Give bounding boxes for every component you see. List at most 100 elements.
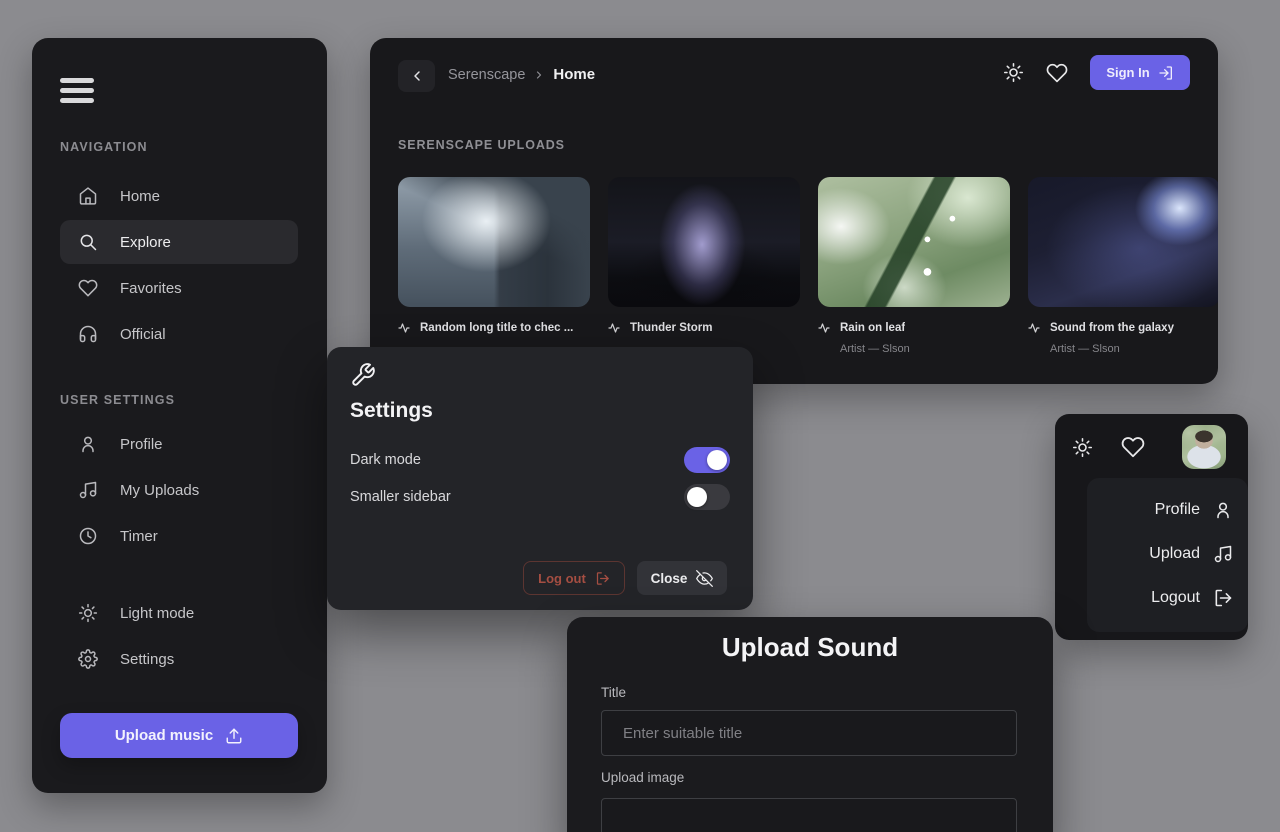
- sidebar-item-profile[interactable]: Profile: [60, 422, 298, 466]
- sun-icon[interactable]: [1072, 437, 1093, 458]
- music-note-icon: [1213, 544, 1233, 564]
- sign-in-button[interactable]: Sign In: [1090, 55, 1190, 90]
- card-artist: Artist — Slson: [1028, 343, 1218, 355]
- login-icon: [1158, 65, 1174, 81]
- headphones-icon: [78, 324, 98, 344]
- sound-card[interactable]: Rain on leaf Artist — Slson: [818, 177, 1010, 355]
- breadcrumb-app[interactable]: Serenscape: [448, 67, 525, 83]
- sound-wave-icon: [1028, 322, 1040, 334]
- sign-in-label: Sign In: [1106, 65, 1149, 80]
- image-file-input[interactable]: Select a image file (.jpeg, .png): [601, 798, 1017, 832]
- card-title: Random long title to chec ...: [420, 322, 573, 334]
- card-image-storm[interactable]: [608, 177, 800, 307]
- logout-icon: [595, 571, 610, 586]
- sound-wave-icon: [818, 322, 830, 334]
- title-input[interactable]: [601, 710, 1017, 756]
- uploads-card-row: Random long title to chec ... Thunder St…: [398, 177, 1218, 355]
- sidebar-item-official[interactable]: Official: [60, 312, 298, 356]
- setting-row-dark-mode: Dark mode: [350, 447, 730, 473]
- card-image-cliff[interactable]: [398, 177, 590, 307]
- sidebar-section-navigation: NAVIGATION: [60, 140, 148, 154]
- card-title: Thunder Storm: [630, 322, 712, 334]
- upload-music-button[interactable]: Upload music: [60, 713, 298, 758]
- sidebar-item-label: Favorites: [120, 280, 182, 297]
- home-icon: [78, 186, 98, 206]
- sidebar-item-label: Home: [120, 188, 160, 205]
- card-image-galaxy[interactable]: [1028, 177, 1218, 307]
- sound-card[interactable]: Random long title to chec ...: [398, 177, 590, 355]
- sidebar-item-home[interactable]: Home: [60, 174, 298, 218]
- menu-item-logout[interactable]: Logout: [1087, 576, 1248, 620]
- log-out-button[interactable]: Log out: [523, 561, 625, 595]
- heart-icon[interactable]: [1121, 435, 1145, 459]
- hamburger-menu-icon[interactable]: [60, 78, 94, 103]
- menu-item-label: Logout: [1151, 589, 1200, 607]
- user-icon: [1213, 500, 1233, 520]
- dark-mode-toggle[interactable]: [684, 447, 730, 473]
- user-icon: [78, 434, 98, 454]
- sidebar-item-explore[interactable]: Explore: [60, 220, 298, 264]
- close-label: Close: [651, 571, 688, 586]
- sound-card[interactable]: Thunder Storm: [608, 177, 800, 355]
- chevron-right-icon: [533, 69, 545, 81]
- user-panel-header: [1055, 414, 1248, 478]
- sidebar-item-timer[interactable]: Timer: [60, 514, 298, 558]
- search-icon: [78, 232, 98, 252]
- menu-item-label: Upload: [1149, 545, 1200, 563]
- main-header: Serenscape Home Sign In: [370, 38, 1218, 102]
- upload-sound-modal: Upload Sound Title Upload image Select a…: [567, 617, 1053, 832]
- sidebar-footer-list: Light mode Settings: [60, 591, 298, 681]
- log-out-label: Log out: [538, 571, 586, 586]
- menu-item-profile[interactable]: Profile: [1087, 488, 1248, 532]
- upload-icon: [225, 727, 243, 745]
- sidebar-item-label: My Uploads: [120, 482, 199, 499]
- setting-row-smaller-sidebar: Smaller sidebar: [350, 484, 730, 510]
- sidebar-user-list: Profile My Uploads Timer: [60, 422, 298, 558]
- sidebar-item-settings[interactable]: Settings: [60, 637, 298, 681]
- header-actions: Sign In: [1003, 55, 1190, 90]
- sidebar-item-my-uploads[interactable]: My Uploads: [60, 468, 298, 512]
- sound-card[interactable]: Sound from the galaxy Artist — Slson: [1028, 177, 1218, 355]
- heart-icon: [78, 278, 98, 298]
- sun-icon: [78, 603, 98, 623]
- sound-wave-icon: [398, 322, 410, 334]
- logout-icon: [1213, 588, 1233, 608]
- user-panel: Profile Upload Logout: [1055, 414, 1248, 640]
- smaller-sidebar-toggle[interactable]: [684, 484, 730, 510]
- setting-label: Smaller sidebar: [350, 489, 451, 505]
- sidebar-item-favorites[interactable]: Favorites: [60, 266, 298, 310]
- heart-icon[interactable]: [1046, 62, 1068, 84]
- sidebar: NAVIGATION Home Explore Favorites: [32, 38, 327, 793]
- sidebar-item-label: Settings: [120, 651, 174, 668]
- card-artist: Artist — Slson: [818, 343, 1010, 355]
- settings-modal-title: Settings: [350, 399, 433, 423]
- eye-off-icon: [696, 570, 713, 587]
- chevron-left-icon: [409, 68, 425, 84]
- upload-music-label: Upload music: [115, 727, 213, 744]
- card-image-leaf[interactable]: [818, 177, 1010, 307]
- sidebar-item-label: Profile: [120, 436, 163, 453]
- sidebar-section-user-settings: USER SETTINGS: [60, 393, 175, 407]
- toggle-knob: [707, 450, 727, 470]
- back-button[interactable]: [398, 60, 435, 92]
- settings-modal-actions: Log out Close: [523, 561, 727, 595]
- sidebar-item-label: Light mode: [120, 605, 194, 622]
- toggle-knob: [687, 487, 707, 507]
- sidebar-item-light-mode[interactable]: Light mode: [60, 591, 298, 635]
- wrench-icon: [350, 362, 376, 388]
- card-title: Sound from the galaxy: [1050, 322, 1174, 334]
- settings-modal: Settings Dark mode Smaller sidebar Log o…: [327, 347, 753, 610]
- avatar[interactable]: [1182, 425, 1226, 469]
- breadcrumb-page: Home: [553, 66, 595, 83]
- sidebar-nav-list: Home Explore Favorites Official: [60, 174, 298, 356]
- title-field-label: Title: [601, 685, 626, 700]
- image-field-label: Upload image: [601, 770, 684, 785]
- close-button[interactable]: Close: [637, 561, 727, 595]
- sound-wave-icon: [608, 322, 620, 334]
- sidebar-item-label: Official: [120, 326, 166, 343]
- sun-icon[interactable]: [1003, 62, 1024, 83]
- section-title: SERENSCAPE UPLOADS: [398, 138, 565, 152]
- user-dropdown-menu: Profile Upload Logout: [1087, 478, 1248, 632]
- menu-item-upload[interactable]: Upload: [1087, 532, 1248, 576]
- sidebar-item-label: Explore: [120, 234, 171, 251]
